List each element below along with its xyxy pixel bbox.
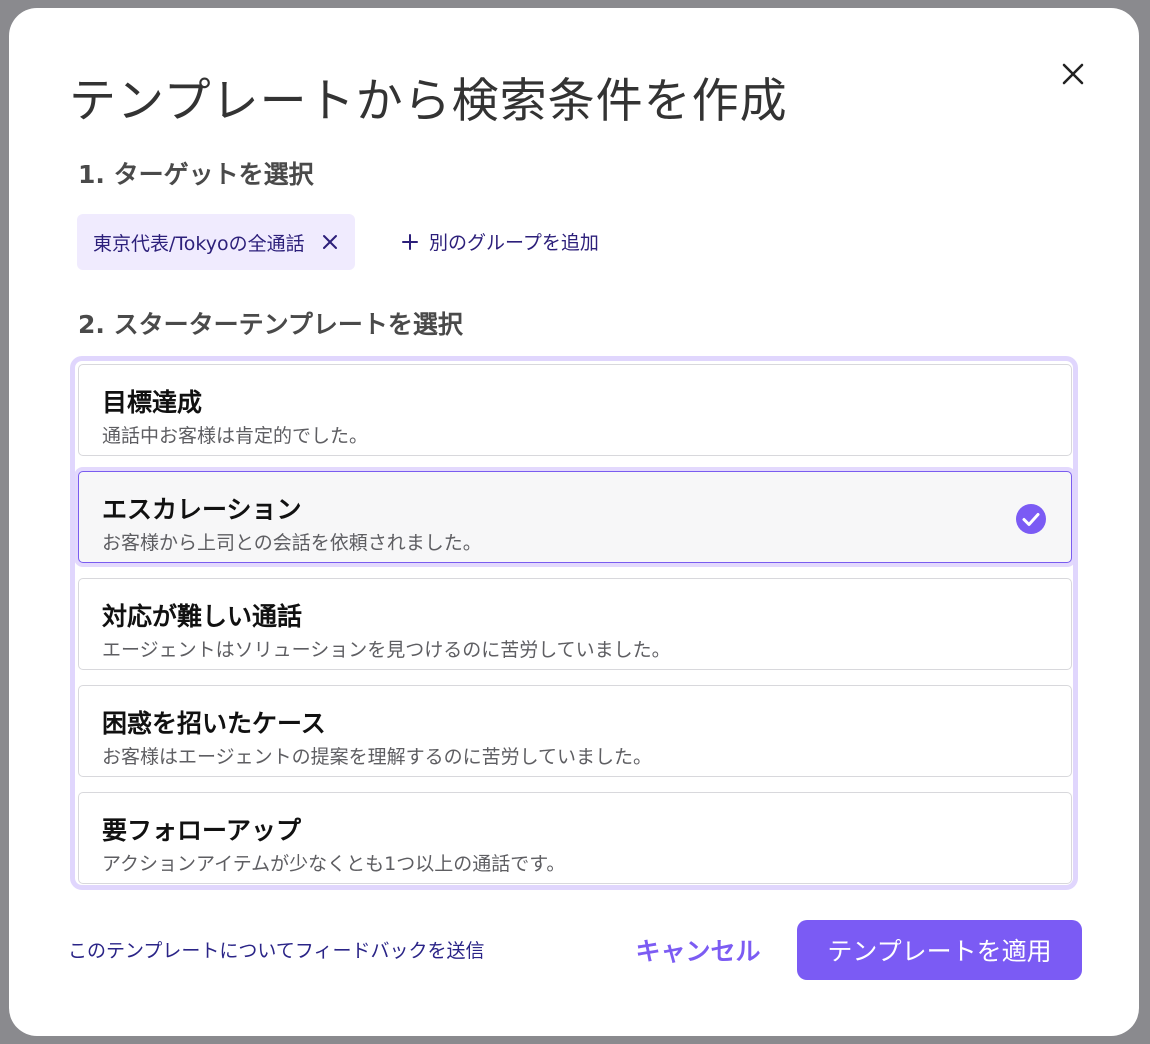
step1-heading: 1. ターゲットを選択: [78, 160, 314, 189]
target-chip-remove-button[interactable]: [319, 231, 341, 253]
template-card-follow-up[interactable]: 要フォローアップ アクションアイテムが少なくとも1つ以上の通話です。: [78, 792, 1072, 884]
add-group-button[interactable]: 別のグループを追加: [401, 228, 599, 255]
cancel-button[interactable]: キャンセル: [614, 920, 782, 980]
template-title: 困惑を招いたケース: [102, 709, 326, 738]
template-title: エスカレーション: [102, 495, 302, 524]
template-card-goal-achieved[interactable]: 目標達成 通話中お客様は肯定的でした。: [78, 364, 1072, 456]
dialog-title: テンプレートから検索条件を作成: [69, 74, 788, 129]
template-description: アクションアイテムが少なくとも1つ以上の通話です。: [102, 853, 566, 875]
template-title: 目標達成: [102, 388, 203, 417]
template-description: 通話中お客様は肯定的でした。: [102, 425, 369, 447]
template-card-escalation[interactable]: エスカレーション お客様から上司との会話を依頼されました。: [78, 471, 1072, 563]
template-card-confusing-case[interactable]: 困惑を招いたケース お客様はエージェントの提案を理解するのに苦労していました。: [78, 685, 1072, 777]
template-description: お客様から上司との会話を依頼されました。: [102, 532, 482, 554]
add-group-label: 別のグループを追加: [429, 232, 599, 254]
target-chip: 東京代表/Tokyoの全通話: [77, 214, 355, 270]
plus-icon: [402, 233, 418, 250]
template-card-difficult-call[interactable]: 対応が難しい通話 エージェントはソリューションを見つけるのに苦労していました。: [78, 578, 1072, 670]
template-description: お客様はエージェントの提案を理解するのに苦労していました。: [102, 746, 653, 768]
template-list: 目標達成 通話中お客様は肯定的でした。 エスカレーション お客様から上司との会話…: [70, 356, 1078, 890]
close-icon: [322, 235, 337, 249]
check-circle-icon: [1016, 504, 1046, 534]
target-chip-label: 東京代表/Tokyoの全通話: [93, 232, 305, 255]
step2-heading: 2. スターターテンプレートを選択: [78, 310, 463, 339]
template-dialog: テンプレートから検索条件を作成 1. ターゲットを選択 東京代表/Tokyoの全…: [9, 8, 1139, 1036]
template-title: 要フォローアップ: [102, 816, 302, 845]
close-icon: [1062, 63, 1084, 85]
feedback-link[interactable]: このテンプレートについてフィードバックを送信: [68, 936, 484, 963]
template-title: 対応が難しい通話: [102, 602, 303, 631]
template-description: エージェントはソリューションを見つけるのに苦労していました。: [102, 639, 671, 661]
apply-template-button[interactable]: テンプレートを適用: [797, 920, 1082, 980]
close-button[interactable]: [1055, 56, 1091, 92]
